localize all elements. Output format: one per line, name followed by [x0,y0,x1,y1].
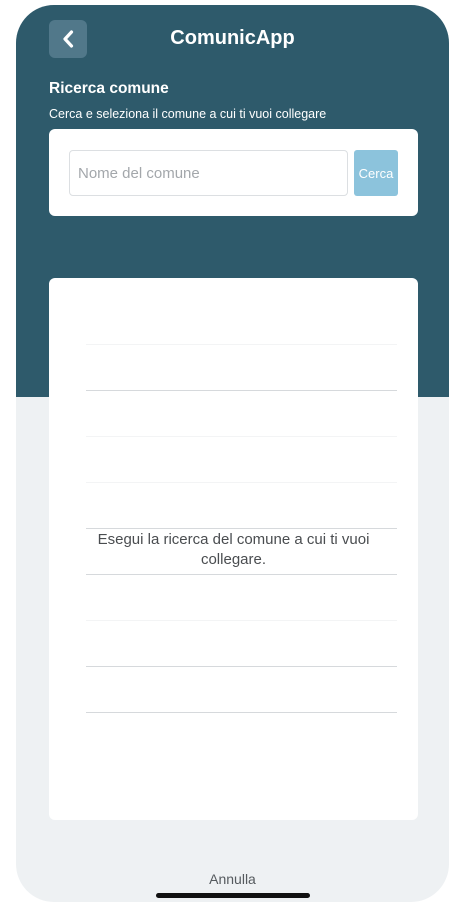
home-indicator [156,893,310,898]
placeholder-divider [86,390,397,391]
placeholder-divider [86,620,397,621]
placeholder-divider [86,436,397,437]
results-card: Esegui la ricerca del comune a cui ti vu… [49,278,418,820]
placeholder-divider [86,528,397,529]
placeholder-divider [86,344,397,345]
search-input[interactable] [69,150,348,196]
section-subtitle: Cerca e seleziona il comune a cui ti vuo… [49,107,327,121]
placeholder-divider [86,574,397,575]
app-screen: ComunicApp Ricerca comune Cerca e selezi… [16,5,449,902]
search-button[interactable]: Cerca [354,150,398,196]
placeholder-divider [86,712,397,713]
placeholder-divider [86,666,397,667]
search-card: Cerca [49,129,418,216]
placeholder-divider [86,482,397,483]
app-title: ComunicApp [170,27,295,49]
empty-state-message: Esegui la ricerca del comune a cui ti vu… [97,531,370,568]
cancel-button[interactable]: Annulla [16,871,449,887]
section-title: Ricerca comune [49,80,169,97]
